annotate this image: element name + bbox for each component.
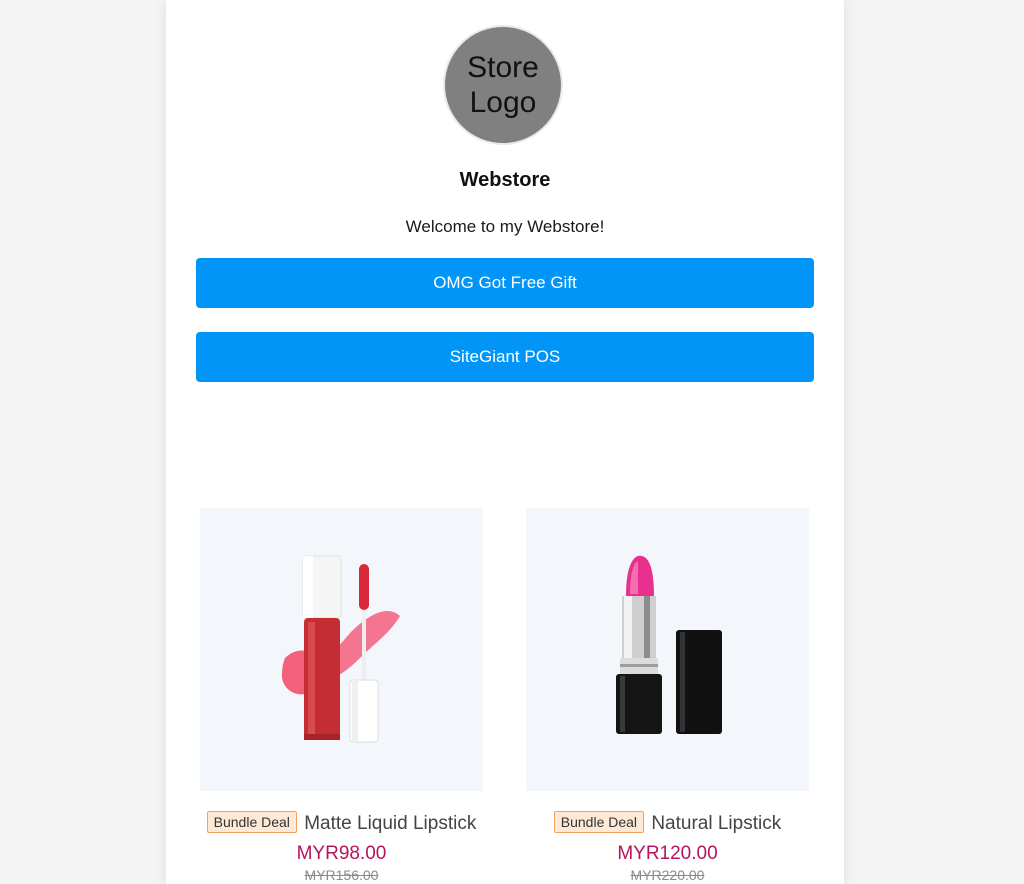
product-card[interactable]: Bundle Deal Natural Lipstick MYR120.00 M… [526,508,809,883]
product-original-price: MYR156.00 [304,867,379,883]
product-image[interactable] [200,508,483,791]
store-page: Store Logo Webstore Welcome to my Websto… [166,0,844,884]
product-name[interactable]: Matte Liquid Lipstick [304,813,476,834]
bundle-deal-badge: Bundle Deal [206,811,297,833]
free-gift-link-button[interactable]: OMG Got Free Gift [196,258,814,308]
welcome-message: Welcome to my Webstore! [405,217,605,236]
lipstick-image [616,555,722,734]
product-name[interactable]: Natural Lipstick [651,813,781,834]
liquid-lipstick-image [282,555,400,743]
product-title[interactable]: Bundle Deal Natural Lipstick [526,811,809,836]
store-name: Webstore [459,169,551,191]
product-image[interactable] [526,508,809,791]
store-logo[interactable]: Store Logo [445,27,561,143]
product-title[interactable]: Bundle Deal Matte Liquid Lipstick [200,811,483,836]
product-original-price: MYR220.00 [630,867,705,883]
bundle-deal-badge: Bundle Deal [553,811,645,833]
product-card[interactable]: Bundle Deal Matte Liquid Lipstick MYR98.… [200,508,483,883]
store-logo-text: Store Logo [467,51,539,119]
product-price: MYR98.00 [296,843,387,864]
sitegiant-pos-link-button[interactable]: SiteGiant POS [196,332,814,382]
product-price: MYR120.00 [617,843,718,864]
